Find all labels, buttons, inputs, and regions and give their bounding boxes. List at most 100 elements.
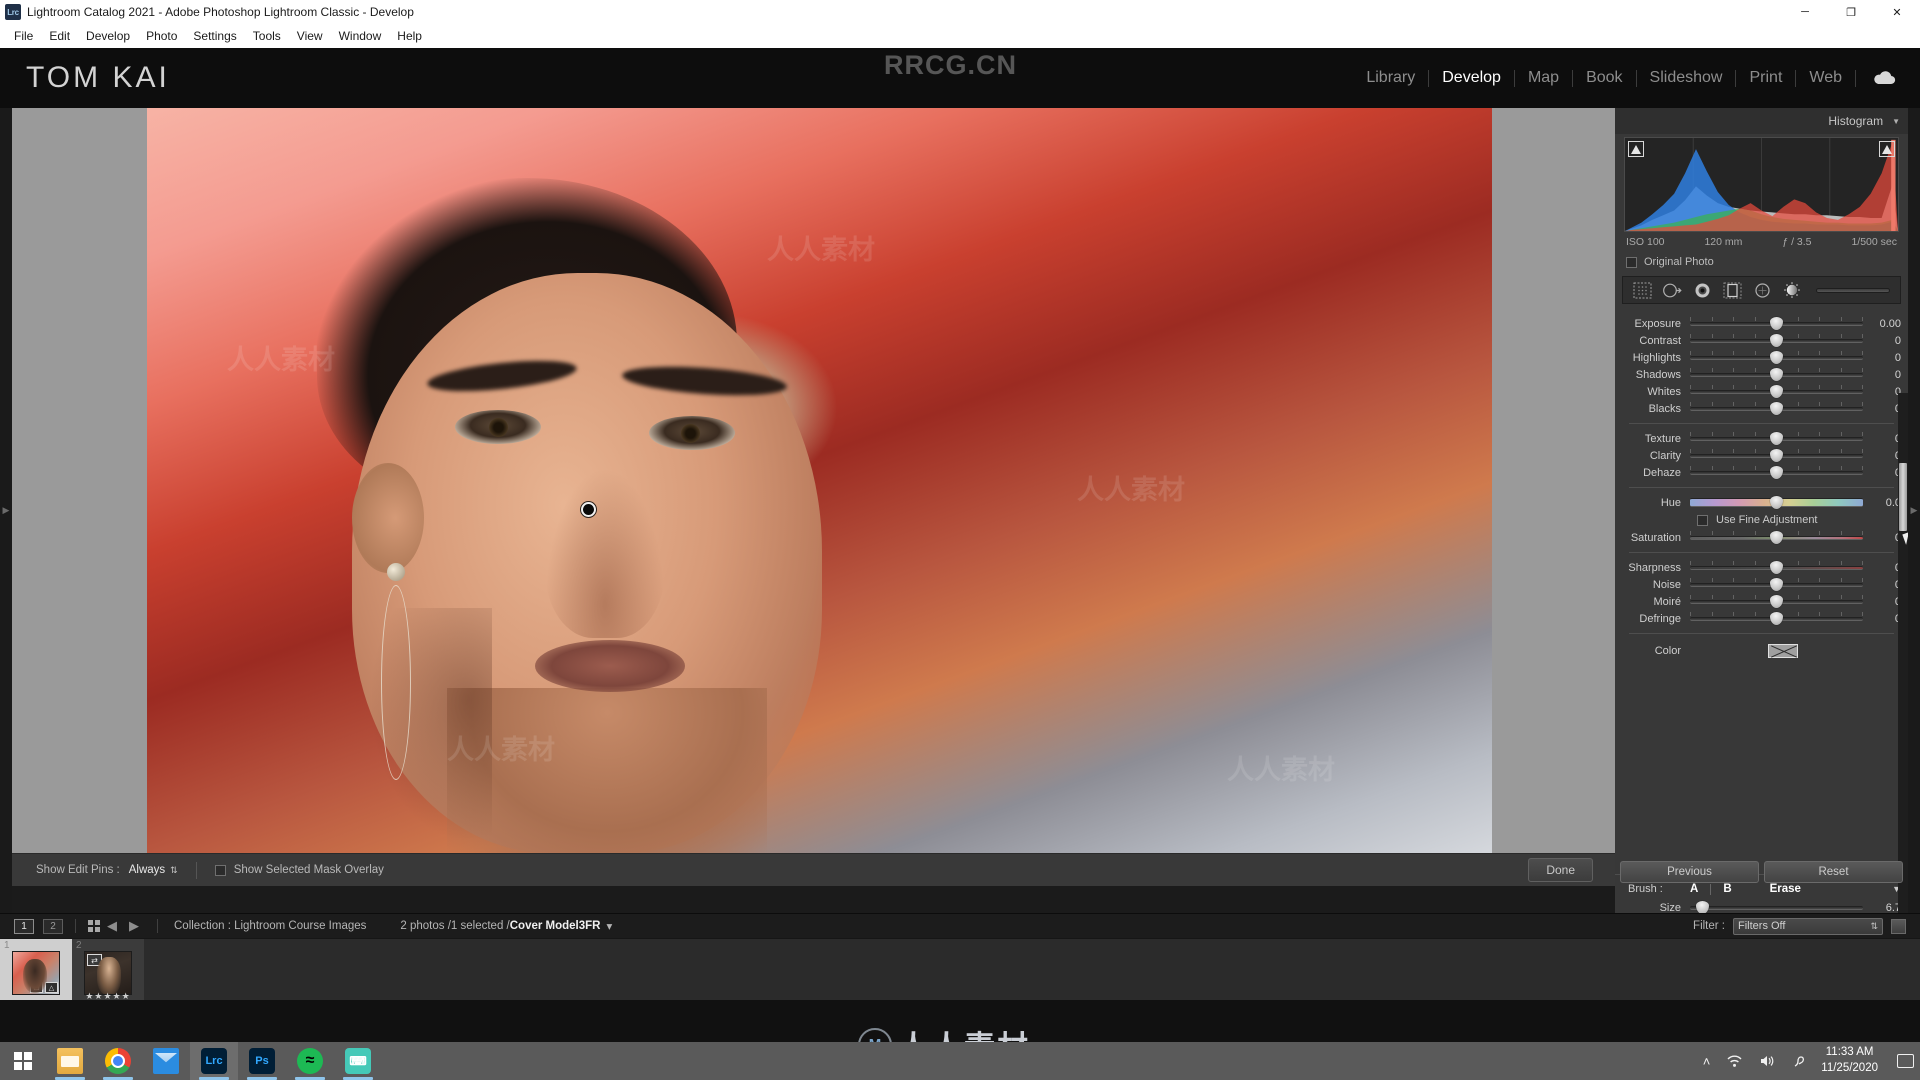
slider-hue[interactable]: Hue 0.0 [1615, 494, 1908, 511]
maximize-button[interactable]: ❐ [1828, 0, 1874, 24]
slider-noise[interactable]: Noise 0 [1615, 576, 1908, 593]
slider-track[interactable] [1690, 433, 1863, 444]
slider-track[interactable] [1690, 562, 1863, 573]
slider-shadows[interactable]: Shadows 0 [1615, 366, 1908, 383]
slider-moire[interactable]: Moiré 0 [1615, 593, 1908, 610]
use-fine-adjustment-checkbox[interactable] [1697, 515, 1708, 526]
chevron-down-icon[interactable]: ▼ [1892, 117, 1900, 126]
slider-brush-size[interactable]: Size 6.7 [1615, 899, 1908, 913]
slider-value[interactable]: 0.00 [1863, 318, 1901, 330]
slider-blacks[interactable]: Blacks 0 [1615, 400, 1908, 417]
slider-knob[interactable] [1770, 561, 1783, 574]
slider-sharpness[interactable]: Sharpness 0 [1615, 559, 1908, 576]
show-mask-overlay-checkbox[interactable] [215, 865, 226, 876]
slider-value[interactable]: 0 [1863, 467, 1901, 479]
slider-dehaze[interactable]: Dehaze 0 [1615, 464, 1908, 481]
slider-highlights[interactable]: Highlights 0 [1615, 349, 1908, 366]
slider-value[interactable]: 6.7 [1863, 902, 1901, 914]
wifi-icon[interactable] [1726, 1054, 1743, 1068]
action-center-icon[interactable] [1890, 1042, 1920, 1080]
color-swatch-button[interactable] [1768, 644, 1798, 658]
slider-track[interactable] [1690, 902, 1863, 913]
spinner-icon[interactable]: ⇅ [1870, 922, 1878, 931]
slider-track[interactable] [1690, 352, 1863, 363]
slider-defringe[interactable]: Defringe 0 [1615, 610, 1908, 627]
slider-value[interactable]: 0 [1863, 562, 1901, 574]
slider-track[interactable] [1690, 335, 1863, 346]
speaker-icon[interactable] [1759, 1054, 1776, 1068]
slider-clarity[interactable]: Clarity 0 [1615, 447, 1908, 464]
spot-removal-icon[interactable] [1660, 279, 1685, 301]
slider-knob[interactable] [1770, 317, 1783, 330]
slider-knob[interactable] [1770, 466, 1783, 479]
module-book[interactable]: Book [1573, 69, 1635, 87]
slider-value[interactable]: 0.0 [1863, 497, 1901, 509]
filmstrip-thumb-1[interactable]: 1 ☐ △ [0, 939, 72, 1001]
thumbnail-image[interactable]: ⇄ [84, 951, 132, 995]
image-stage[interactable]: 人人素材 人人素材 人人素材 人人素材 人人素材 [12, 108, 1615, 853]
slider-knob[interactable] [1770, 334, 1783, 347]
slider-value[interactable]: 0 [1863, 352, 1901, 364]
original-photo-row[interactable]: Original Photo [1626, 256, 1897, 268]
shadow-clipping-indicator[interactable] [1628, 141, 1644, 157]
collection-label[interactable]: Collection : Lightroom Course Images [174, 920, 366, 932]
module-print[interactable]: Print [1736, 69, 1795, 87]
menu-file[interactable]: File [6, 26, 41, 46]
filename-caret-icon[interactable]: ▾ [606, 919, 612, 933]
slider-knob[interactable] [1770, 449, 1783, 462]
back-arrow-icon[interactable]: ◀ [107, 918, 117, 934]
mail-icon[interactable] [142, 1042, 190, 1080]
filmstrip[interactable]: 1 ☐ △ 2 ⇄ ★★★★★ [0, 938, 1920, 1000]
secondary-display-1-button[interactable]: 1 [14, 919, 34, 934]
slider-knob[interactable] [1770, 578, 1783, 591]
menu-photo[interactable]: Photo [138, 26, 185, 46]
menu-develop[interactable]: Develop [78, 26, 138, 46]
menu-settings[interactable]: Settings [185, 26, 244, 46]
menu-edit[interactable]: Edit [41, 26, 78, 46]
photo-preview[interactable]: 人人素材 人人素材 人人素材 人人素材 人人素材 [147, 108, 1492, 853]
module-develop[interactable]: Develop [1429, 69, 1514, 87]
module-library[interactable]: Library [1353, 69, 1428, 87]
virtual-copy-badge[interactable]: ⇄ [87, 954, 102, 966]
slider-value[interactable]: 0 [1863, 403, 1901, 415]
slider-track[interactable] [1690, 450, 1863, 461]
slider-knob[interactable] [1770, 351, 1783, 364]
slider-track[interactable] [1690, 613, 1863, 624]
module-slideshow[interactable]: Slideshow [1637, 69, 1736, 87]
slider-saturation[interactable]: Saturation 0 [1615, 529, 1908, 546]
menu-view[interactable]: View [289, 26, 331, 46]
slider-value[interactable]: 0 [1863, 613, 1901, 625]
scrollbar-thumb[interactable] [1899, 463, 1907, 531]
radial-filter-icon[interactable] [1750, 279, 1775, 301]
slider-value[interactable]: 0 [1863, 369, 1901, 381]
teamviewer-icon[interactable] [334, 1042, 382, 1080]
slider-texture[interactable]: Texture 0 [1615, 430, 1908, 447]
spotify-icon[interactable] [286, 1042, 334, 1080]
module-map[interactable]: Map [1515, 69, 1572, 87]
original-photo-checkbox[interactable] [1626, 257, 1637, 268]
slider-knob[interactable] [1770, 612, 1783, 625]
slider-track[interactable] [1690, 467, 1863, 478]
show-edit-pins-value[interactable]: Always [129, 864, 165, 876]
histogram-header[interactable]: Histogram ▼ [1615, 108, 1908, 134]
right-panel-scrollbar[interactable] [1898, 393, 1908, 913]
slider-value[interactable]: 0 [1863, 335, 1901, 347]
filter-select[interactable]: Filters Off ⇅ [1733, 918, 1883, 935]
filter-toggle-button[interactable] [1891, 919, 1906, 934]
previous-button[interactable]: Previous [1620, 861, 1759, 883]
brush-amount-slider[interactable] [1816, 288, 1890, 293]
adjustment-brush-icon[interactable] [1780, 279, 1805, 301]
chrome-icon[interactable] [94, 1042, 142, 1080]
slider-track[interactable] [1690, 579, 1863, 590]
menu-tools[interactable]: Tools [245, 26, 289, 46]
slider-value[interactable]: 0 [1863, 450, 1901, 462]
grid-view-icon[interactable] [88, 920, 101, 932]
slider-knob[interactable] [1696, 901, 1709, 913]
color-row[interactable]: Color [1615, 640, 1908, 662]
minimize-button[interactable]: ─ [1782, 0, 1828, 24]
red-eye-icon[interactable] [1690, 279, 1715, 301]
stylus-icon[interactable] [1792, 1054, 1807, 1068]
reset-button[interactable]: Reset [1764, 861, 1903, 883]
slider-contrast[interactable]: Contrast 0 [1615, 332, 1908, 349]
module-web[interactable]: Web [1796, 69, 1855, 87]
